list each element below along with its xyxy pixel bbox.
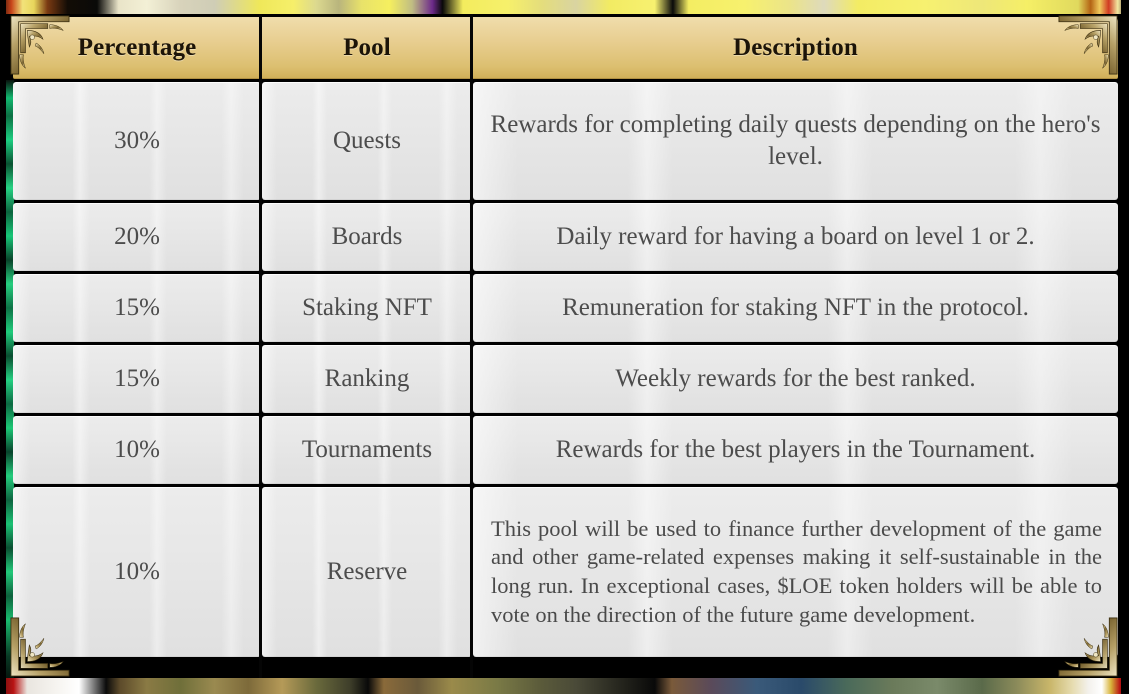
table-row: 10% Reserve This pool will be used to fi… bbox=[13, 487, 1118, 657]
description-text: Weekly rewards for the best ranked. bbox=[615, 365, 976, 392]
description-text: Rewards for the best players in the Tour… bbox=[555, 436, 1036, 463]
cell-description: Daily reward for having a board on level… bbox=[473, 203, 1118, 271]
cell-percentage: 10% bbox=[13, 487, 261, 657]
cell-description: This pool will be used to finance furthe… bbox=[473, 487, 1118, 657]
description-text: This pool will be used to finance furthe… bbox=[491, 515, 1102, 627]
description-text: Rewards for completing daily quests depe… bbox=[490, 111, 1101, 170]
table-row: 15% Staking NFT Remuneration for staking… bbox=[13, 274, 1118, 342]
cell-pool: Tournaments bbox=[262, 416, 472, 484]
cell-pool: Ranking bbox=[262, 345, 472, 413]
table-header: Percentage Pool Description bbox=[13, 17, 1118, 79]
cell-description: Rewards for the best players in the Tour… bbox=[473, 416, 1118, 484]
header-row: Percentage Pool Description bbox=[13, 17, 1118, 79]
table-row: 20% Boards Daily reward for having a boa… bbox=[13, 203, 1118, 271]
column-header-pool: Pool bbox=[262, 17, 472, 79]
column-header-description: Description bbox=[473, 17, 1118, 79]
cell-pool: Reserve bbox=[262, 487, 472, 657]
table-container: Percentage Pool Description 30% Quests R… bbox=[0, 0, 1129, 694]
table-body: 30% Quests Rewards for completing daily … bbox=[13, 82, 1118, 657]
reward-pool-distribution-table: Percentage Pool Description 30% Quests R… bbox=[12, 14, 1119, 660]
cell-pool: Boards bbox=[262, 203, 472, 271]
cell-percentage: 10% bbox=[13, 416, 261, 484]
table-row: 15% Ranking Weekly rewards for the best … bbox=[13, 345, 1118, 413]
cell-percentage: 30% bbox=[13, 82, 261, 200]
cell-percentage: 15% bbox=[13, 274, 261, 342]
cell-percentage: 20% bbox=[13, 203, 261, 271]
cell-percentage: 15% bbox=[13, 345, 261, 413]
cell-description: Remuneration for staking NFT in the prot… bbox=[473, 274, 1118, 342]
column-header-percentage: Percentage bbox=[13, 17, 261, 79]
description-text: Daily reward for having a board on level… bbox=[556, 223, 1035, 250]
table-row: 30% Quests Rewards for completing daily … bbox=[13, 82, 1118, 200]
cell-description: Weekly rewards for the best ranked. bbox=[473, 345, 1118, 413]
fantasy-tokenomics-table-screen: Percentage Pool Description 30% Quests R… bbox=[0, 0, 1129, 694]
cell-description: Rewards for completing daily quests depe… bbox=[473, 82, 1118, 200]
table-row: 10% Tournaments Rewards for the best pla… bbox=[13, 416, 1118, 484]
cell-pool: Staking NFT bbox=[262, 274, 472, 342]
cell-pool: Quests bbox=[262, 82, 472, 200]
description-text: Remuneration for staking NFT in the prot… bbox=[562, 294, 1029, 321]
